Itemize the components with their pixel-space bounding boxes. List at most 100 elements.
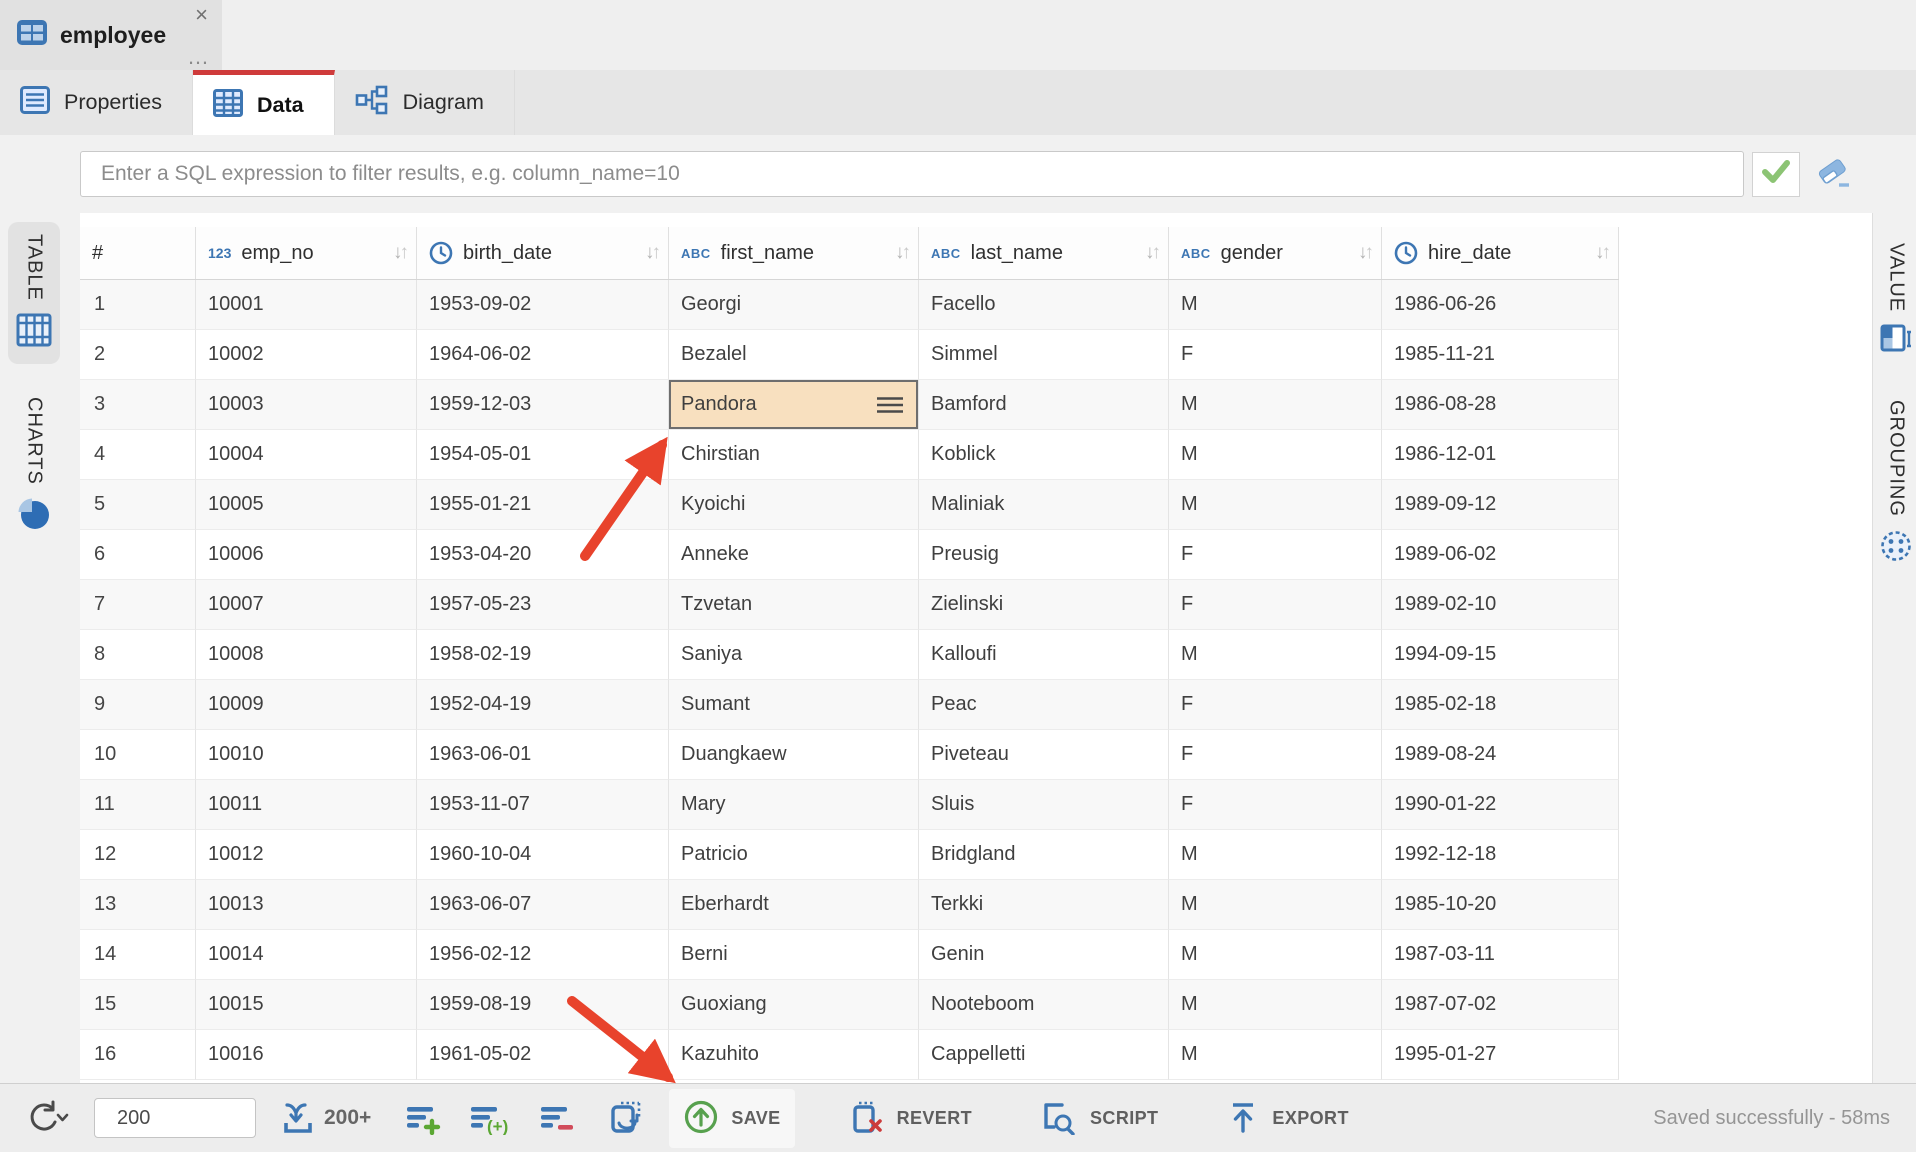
grid-cell[interactable]: 1953-04-20 [417,530,669,580]
grid-cell[interactable]: M [1169,480,1382,530]
grid-cell[interactable]: 10 [80,730,196,780]
grid-cell[interactable]: 10014 [196,930,417,980]
grid-cell[interactable]: 1989-02-10 [1382,580,1619,630]
grid-cell[interactable]: Bridgland [919,830,1169,880]
column-header-rownum[interactable]: # [80,227,196,279]
grid-cell[interactable]: 13 [80,880,196,930]
grid-cell[interactable]: Guoxiang [669,980,919,1030]
grid-cell[interactable]: 1989-08-24 [1382,730,1619,780]
grid-cell[interactable]: 5 [80,480,196,530]
dock-tab-value[interactable]: VALUE [1876,231,1916,373]
grid-cell[interactable]: 1960-10-04 [417,830,669,880]
grid-cell[interactable]: Georgi [669,280,919,330]
grid-cell[interactable]: Kazuhito [669,1030,919,1080]
sort-icon[interactable]: ↓↑ [1358,242,1371,264]
fetch-more-icon[interactable] [282,1101,316,1135]
duplicate-row-button[interactable]: (+) [469,1101,513,1135]
grid-cell[interactable]: Tzvetan [669,580,919,630]
grid-cell[interactable]: 1992-12-18 [1382,830,1619,880]
grid-cell[interactable]: M [1169,630,1382,680]
grid-cell[interactable]: Sumant [669,680,919,730]
column-header-hire_date[interactable]: hire_date↓↑ [1382,227,1619,279]
hamburger-icon[interactable] [876,396,904,414]
grid-cell[interactable]: 10015 [196,980,417,1030]
grid-cell[interactable]: 1958-02-19 [417,630,669,680]
grid-cell[interactable]: 1985-02-18 [1382,680,1619,730]
sort-icon[interactable]: ↓↑ [1595,242,1608,264]
grid-cell[interactable]: F [1169,530,1382,580]
editor-tab-employee[interactable]: employee × … [0,0,222,70]
sort-icon[interactable]: ↓↑ [393,242,406,264]
grid-cell[interactable]: 10005 [196,480,417,530]
grid-cell[interactable]: 1961-05-02 [417,1030,669,1080]
grid-cell[interactable]: 10001 [196,280,417,330]
grid-cell[interactable]: 7 [80,580,196,630]
delete-row-button[interactable] [539,1101,577,1135]
column-header-birth_date[interactable]: birth_date↓↑ [417,227,669,279]
grid-cell[interactable]: Mary [669,780,919,830]
sql-filter-input[interactable] [80,151,1744,197]
grid-cell[interactable]: 2 [80,330,196,380]
grid-cell[interactable]: M [1169,880,1382,930]
grid-cell[interactable]: 1964-06-02 [417,330,669,380]
grid-cell[interactable]: M [1169,380,1382,430]
grid-cell[interactable]: 1990-01-22 [1382,780,1619,830]
grid-cell[interactable]: 10016 [196,1030,417,1080]
grid-cell[interactable]: 1989-06-02 [1382,530,1619,580]
column-header-last_name[interactable]: ABClast_name↓↑ [919,227,1169,279]
grid-cell[interactable]: Kalloufi [919,630,1169,680]
grid-cell[interactable]: Nooteboom [919,980,1169,1030]
grid-cell[interactable]: Bamford [919,380,1169,430]
grid-cell[interactable]: 1963-06-01 [417,730,669,780]
grid-cell[interactable]: 10006 [196,530,417,580]
grid-cell[interactable]: 10007 [196,580,417,630]
grid-cell[interactable]: M [1169,430,1382,480]
grid-cell[interactable]: 1985-11-21 [1382,330,1619,380]
grid-cell[interactable]: 9 [80,680,196,730]
grid-cell[interactable]: 1989-09-12 [1382,480,1619,530]
grid-cell[interactable]: Kyoichi [669,480,919,530]
export-button[interactable]: EXPORT [1212,1089,1362,1148]
grid-cell[interactable]: 10004 [196,430,417,480]
save-button[interactable]: SAVE [669,1089,794,1148]
grid-cell[interactable]: F [1169,580,1382,630]
grid-cell[interactable]: 16 [80,1030,196,1080]
grid-cell[interactable]: Preusig [919,530,1169,580]
more-icon[interactable]: … [187,46,210,68]
grid-cell[interactable]: 1986-08-28 [1382,380,1619,430]
grid-cell[interactable]: 1959-12-03 [417,380,669,430]
revert-button[interactable]: REVERT [835,1089,986,1148]
sort-icon[interactable]: ↓↑ [645,242,658,264]
grid-cell[interactable]: 1954-05-01 [417,430,669,480]
grid-cell[interactable]: F [1169,730,1382,780]
grid-cell[interactable]: 1953-11-07 [417,780,669,830]
grid-cell[interactable]: Genin [919,930,1169,980]
grid-cell[interactable]: Maliniak [919,480,1169,530]
grid-cell[interactable]: 1995-01-27 [1382,1030,1619,1080]
grid-cell[interactable]: Facello [919,280,1169,330]
fetch-size-input[interactable] [94,1098,256,1138]
grid-cell[interactable]: Cappelletti [919,1030,1169,1080]
apply-filter-button[interactable] [1752,152,1800,197]
grid-cell[interactable]: 10003 [196,380,417,430]
grid-cell[interactable]: 10011 [196,780,417,830]
close-icon[interactable]: × [195,2,208,28]
dock-tab-grouping[interactable]: GROUPING [1876,388,1916,580]
grid-cell[interactable]: M [1169,830,1382,880]
grid-cell[interactable]: Duangkaew [669,730,919,780]
grid-cell[interactable]: 6 [80,530,196,580]
selected-cell[interactable]: Pandora [669,380,919,430]
grid-cell[interactable]: 1987-03-11 [1382,930,1619,980]
grid-cell[interactable]: Saniya [669,630,919,680]
add-row-button[interactable] [405,1101,443,1135]
grid-cell[interactable]: 10002 [196,330,417,380]
grid-cell[interactable]: Zielinski [919,580,1169,630]
grid-cell[interactable]: 3 [80,380,196,430]
grid-cell[interactable]: M [1169,980,1382,1030]
grid-cell[interactable]: 10012 [196,830,417,880]
grid-cell[interactable]: 1957-05-23 [417,580,669,630]
grid-cell[interactable]: 1959-08-19 [417,980,669,1030]
grid-cell[interactable]: F [1169,680,1382,730]
grid-cell[interactable]: M [1169,930,1382,980]
grid-cell[interactable]: F [1169,780,1382,830]
